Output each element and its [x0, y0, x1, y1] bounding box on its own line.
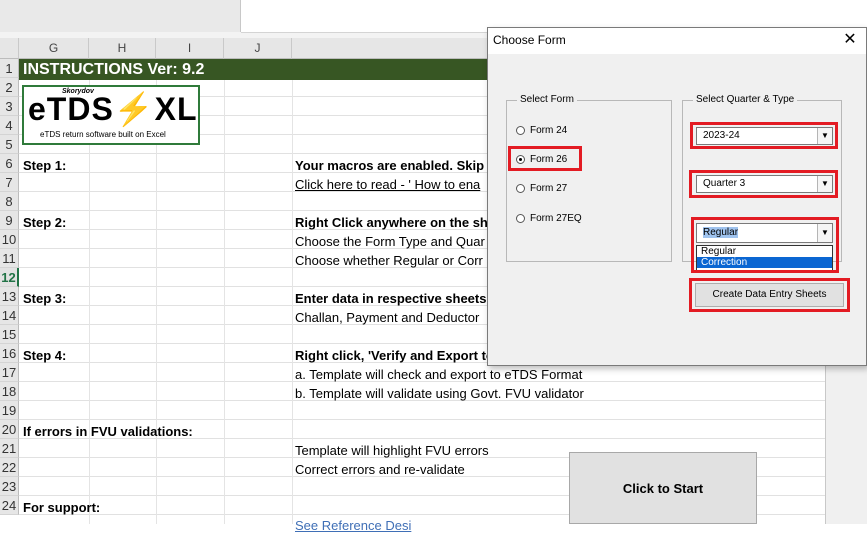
row-header-1[interactable]: 1 [0, 59, 19, 78]
radio-label: Form 27 [530, 183, 568, 194]
dialog-title: Choose Form [488, 28, 866, 54]
row-header-10[interactable]: 10 [0, 230, 19, 249]
select-form-title: Select Form [517, 94, 577, 105]
column-header-h[interactable]: H [89, 38, 156, 59]
radio-icon [516, 126, 525, 135]
step4-label: Step 4: [23, 348, 67, 363]
sheet-outside-area [825, 366, 867, 524]
radio-label: Form 24 [530, 125, 568, 136]
fvu-line1: Template will highlight FVU errors [295, 443, 489, 458]
row-header-7[interactable]: 7 [0, 173, 19, 192]
select-all-corner[interactable] [0, 38, 19, 59]
select-quarter-title: Select Quarter & Type [693, 94, 798, 105]
step1-text: Your macros are enabled. Skip t [295, 158, 492, 173]
radio-label: Form 27EQ [530, 213, 582, 224]
step2-line2: Choose the Form Type and Quar [295, 234, 485, 249]
instructions-banner: INSTRUCTIONS Ver: 9.2 [19, 59, 489, 80]
highlight-box [690, 122, 838, 149]
row-header-22[interactable]: 22 [0, 458, 19, 477]
step4-text: Right click, 'Verify and Export to [295, 348, 494, 363]
row-header-20[interactable]: 20 [0, 420, 19, 439]
highlight-box [508, 146, 582, 171]
row-header-19[interactable]: 19 [0, 401, 19, 420]
step4-line3: b. Template will validate using Govt. FV… [295, 386, 584, 401]
row-header-12[interactable]: 12 [0, 268, 19, 287]
row-header-5[interactable]: 5 [0, 135, 19, 154]
row-header-21[interactable]: 21 [0, 439, 19, 458]
row-header-18[interactable]: 18 [0, 382, 19, 401]
close-icon[interactable]: ✕ [840, 30, 860, 50]
step3-label: Step 3: [23, 291, 67, 306]
logo-tagline: eTDS return software built on Excel [40, 130, 166, 139]
name-box[interactable] [0, 0, 241, 32]
row-header-2[interactable]: 2 [0, 78, 19, 97]
row-header-13[interactable]: 13 [0, 287, 19, 306]
fvu-line2: Correct errors and re-validate [295, 462, 465, 477]
macros-help-link[interactable]: Click here to read - ' How to ena [295, 177, 480, 192]
choose-form-dialog: Choose Form ✕ Select Form Form 24 Form 2… [487, 27, 867, 366]
grid-line [224, 59, 225, 524]
step2-line3: Choose whether Regular or Corr [295, 253, 483, 268]
select-form-frame: Select Form Form 24 Form 26 Form 27 Form… [506, 94, 672, 262]
step3-text: Enter data in respective sheets [295, 291, 487, 306]
row-header-24[interactable]: 24 [0, 496, 19, 515]
row-header-15[interactable]: 15 [0, 325, 19, 344]
fvu-label: If errors in FVU validations: [23, 424, 193, 439]
row-header-6[interactable]: 6 [0, 154, 19, 173]
row-header-8[interactable]: 8 [0, 192, 19, 211]
grid-line [292, 59, 293, 524]
highlight-box [691, 217, 839, 273]
click-to-start-button[interactable]: Click to Start [569, 452, 757, 524]
radio-form-27eq[interactable]: Form 27EQ [516, 213, 582, 224]
support-label: For support: [23, 500, 101, 515]
step1-label: Step 1: [23, 158, 67, 173]
logo-wordmark: eTDS⚡XL [28, 91, 198, 127]
highlight-box [689, 170, 838, 198]
step2-text: Right Click anywhere on the she [295, 215, 496, 230]
step2-label: Step 2: [23, 215, 67, 230]
radio-icon [516, 184, 525, 193]
column-header-g[interactable]: G [19, 38, 89, 59]
row-header-14[interactable]: 14 [0, 306, 19, 325]
grid-row[interactable] [19, 401, 825, 420]
row-header-9[interactable]: 9 [0, 211, 19, 230]
step3-line2: Challan, Payment and Deductor [295, 310, 480, 325]
row-header-11[interactable]: 11 [0, 249, 19, 268]
etds-logo: Skorydov eTDS⚡XL eTDS return software bu… [22, 85, 200, 145]
radio-icon [516, 214, 525, 223]
step4-line2: a. Template will check and export to eTD… [295, 367, 583, 382]
reference-desk-link[interactable]: See Reference Desi [295, 518, 411, 533]
column-header-j[interactable]: J [224, 38, 292, 59]
row-header-3[interactable]: 3 [0, 97, 19, 116]
row-header-17[interactable]: 17 [0, 363, 19, 382]
row-header-16[interactable]: 16 [0, 344, 19, 363]
column-header-i[interactable]: I [156, 38, 224, 59]
row-header-4[interactable]: 4 [0, 116, 19, 135]
highlight-box [689, 278, 850, 312]
row-header-23[interactable]: 23 [0, 477, 19, 496]
radio-form-27[interactable]: Form 27 [516, 183, 567, 194]
radio-form-24[interactable]: Form 24 [516, 125, 567, 136]
